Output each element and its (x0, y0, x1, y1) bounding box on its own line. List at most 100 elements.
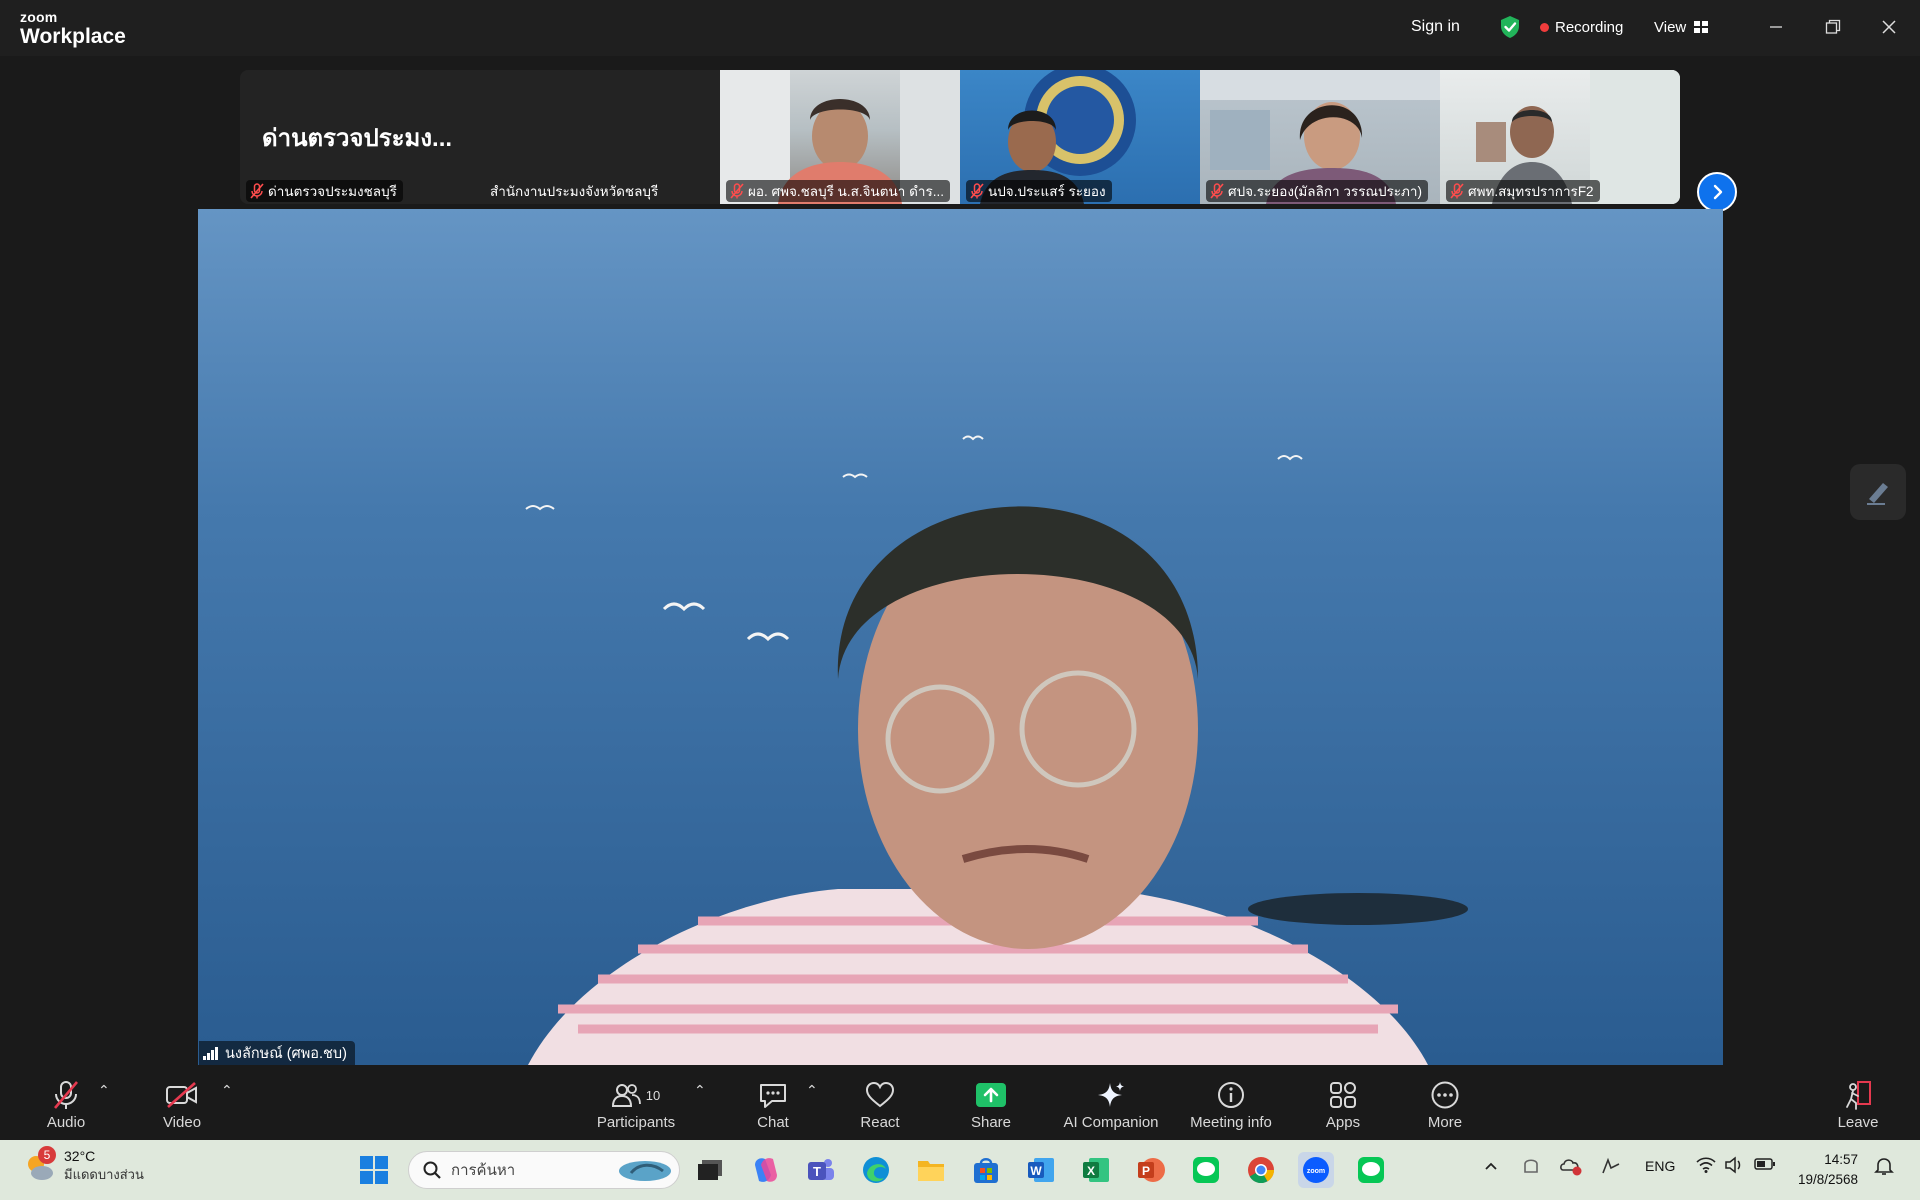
restore-icon[interactable] (1815, 12, 1851, 42)
meeting-info-label: Meeting info (1190, 1114, 1272, 1131)
audio-button[interactable]: Audio (40, 1078, 92, 1136)
windows-taskbar: 5 32°C มีแดดบางส่วน การค้นหา T W X P zoo… (0, 1140, 1920, 1200)
participant-label-text: นปจ.ประแสร์ ระยอง (988, 184, 1106, 199)
view-label: View (1654, 18, 1687, 36)
svg-text:T: T (813, 1164, 821, 1179)
powerpoint-icon[interactable]: P (1133, 1152, 1169, 1188)
weather-condition: มีแดดบางส่วน (64, 1167, 144, 1182)
participants-label: Participants (596, 1114, 676, 1131)
react-button[interactable]: React (857, 1078, 903, 1136)
share-screen-icon (976, 1083, 1006, 1107)
leave-button[interactable]: Leave (1837, 1078, 1879, 1136)
ai-companion-button[interactable]: AI Companion (1058, 1078, 1164, 1136)
next-page-button[interactable] (1697, 172, 1737, 212)
close-icon[interactable] (1871, 12, 1907, 42)
copilot-icon[interactable] (748, 1152, 784, 1188)
video-button[interactable]: Video (156, 1078, 208, 1136)
clock-time: 14:57 (1824, 1152, 1858, 1167)
teams-icon[interactable]: T (803, 1152, 839, 1188)
video-options-caret-icon[interactable]: ⌃ (221, 1082, 233, 1099)
onedrive-error-icon[interactable] (1560, 1156, 1582, 1179)
apps-button[interactable]: Apps (1322, 1078, 1364, 1136)
tray-app-icon[interactable] (1522, 1156, 1540, 1179)
edge-browser-icon[interactable] (858, 1152, 894, 1188)
taskbar-clock[interactable]: 14:57 19/8/2568 (1788, 1150, 1858, 1190)
zoom-app-icon[interactable]: zoom (1298, 1152, 1334, 1188)
search-placeholder: การค้นหา (451, 1162, 516, 1179)
input-language[interactable]: ENG (1645, 1158, 1675, 1174)
mic-muted-icon (730, 183, 744, 199)
battery-icon[interactable] (1754, 1157, 1776, 1174)
word-icon[interactable]: W (1023, 1152, 1059, 1188)
heart-icon (865, 1081, 895, 1108)
file-explorer-icon[interactable] (913, 1152, 949, 1188)
chat-options-caret-icon[interactable]: ⌃ (806, 1082, 818, 1099)
security-shield-icon[interactable] (1499, 12, 1521, 42)
participant-name-large: ด่านตรวจประมง... (262, 125, 453, 152)
apps-label: Apps (1325, 1114, 1361, 1131)
minimize-icon[interactable] (1758, 12, 1794, 42)
mic-muted-icon (54, 1081, 78, 1109)
speaker-name-text: นงลักษณ์ (ศพอ.ชบ) (225, 1045, 347, 1062)
share-label: Share (970, 1114, 1012, 1131)
participant-video-tile[interactable]: ผอ. ศพจ.ชลบุรี น.ส.จินตนา ดำร... (720, 70, 960, 204)
chat-button[interactable]: Chat (752, 1078, 794, 1136)
share-button[interactable]: Share (967, 1078, 1015, 1136)
meeting-info-button[interactable]: Meeting info (1186, 1078, 1276, 1136)
participant-label: ผอ. ศพจ.ชลบุรี น.ส.จินตนา ดำร... (726, 180, 950, 202)
notification-bell-icon[interactable] (1874, 1156, 1894, 1179)
active-speaker-video[interactable]: นงลักษณ์ (ศพอ.ชบ) (198, 209, 1723, 1065)
participant-label: ด่านตรวจประมงชลบุรี (246, 180, 403, 202)
speaker-name-label: นงลักษณ์ (ศพอ.ชบ) (199, 1041, 355, 1065)
participants-icon (611, 1084, 641, 1107)
mic-muted-icon (1450, 183, 1464, 199)
excel-icon[interactable]: X (1078, 1152, 1114, 1188)
participant-label-text: สำนักงานประมงจังหวัดชลบุรี (490, 184, 659, 199)
view-menu-button[interactable]: View (1654, 12, 1709, 42)
wifi-icon[interactable] (1696, 1156, 1716, 1177)
audio-options-caret-icon[interactable]: ⌃ (98, 1082, 110, 1099)
recording-dot-icon (1540, 22, 1549, 32)
weather-widget[interactable]: 5 32°C มีแดดบางส่วน (24, 1146, 144, 1185)
side-panel-toggle[interactable] (1850, 464, 1906, 520)
more-button[interactable]: More (1424, 1078, 1466, 1136)
task-view-icon[interactable] (692, 1152, 728, 1188)
participant-video-tile[interactable]: ศปจ.ระยอง(มัลลิกา วรรณประภา) (1200, 70, 1440, 204)
leave-icon (1846, 1081, 1871, 1110)
participants-count: 10 (645, 1087, 661, 1103)
show-hidden-icons-chevron-icon[interactable] (1484, 1158, 1498, 1174)
mic-muted-icon (1210, 183, 1224, 199)
participant-label: ศปจ.ระยอง(มัลลิกา วรรณประภา) (1206, 180, 1429, 202)
line-app-icon[interactable] (1188, 1152, 1224, 1188)
video-off-icon (166, 1082, 197, 1108)
chat-label: Chat (757, 1114, 789, 1131)
taskbar-search[interactable]: การค้นหา (408, 1151, 680, 1189)
volume-icon[interactable] (1724, 1156, 1744, 1177)
participants-options-caret-icon[interactable]: ⌃ (694, 1082, 706, 1099)
participant-video-tile[interactable]: นปจ.ประแสร์ ระยอง (960, 70, 1200, 204)
line-app-icon-2[interactable] (1353, 1152, 1389, 1188)
zoom-logo: zoom Workplace (20, 10, 126, 47)
participant-tile[interactable]: ด่านตรวจประมง... ด่านตรวจประมงชลบุรี สำน… (240, 70, 720, 204)
gallery-strip: ด่านตรวจประมง... ด่านตรวจประมงชลบุรี สำน… (240, 70, 1680, 204)
participant-label: สำนักงานประมงจังหวัดชลบุรี (486, 180, 664, 202)
temperature: 32°C (64, 1148, 96, 1164)
search-icon (423, 1161, 441, 1179)
sparkle-icon (1098, 1082, 1124, 1107)
microsoft-store-icon[interactable] (968, 1152, 1004, 1188)
participant-video-tile[interactable]: ศพท.สมุทรปราการF2 (1440, 70, 1680, 204)
meeting-toolbar: Audio ⌃ Video ⌃ 10 Participants ⌃ Chat ⌃… (0, 1072, 1920, 1140)
weather-badge: 5 (38, 1146, 56, 1164)
meeting-area: ด่านตรวจประมง... ด่านตรวจประมงชลบุรี สำน… (0, 56, 1920, 1072)
windows-start-icon[interactable] (356, 1152, 392, 1188)
speaker-video-frame (198, 209, 1723, 1065)
sign-in-link[interactable]: Sign in (1411, 12, 1460, 42)
grid-icon (1694, 21, 1709, 33)
pen-icon (1867, 483, 1888, 505)
recording-indicator[interactable]: Recording (1540, 12, 1623, 42)
participants-button[interactable]: 10 Participants (594, 1078, 678, 1136)
pen-input-icon[interactable] (1600, 1156, 1622, 1179)
participant-label-text: ด่านตรวจประมงชลบุรี (268, 184, 397, 199)
chrome-icon[interactable] (1243, 1152, 1279, 1188)
brand-big: Workplace (20, 25, 126, 48)
